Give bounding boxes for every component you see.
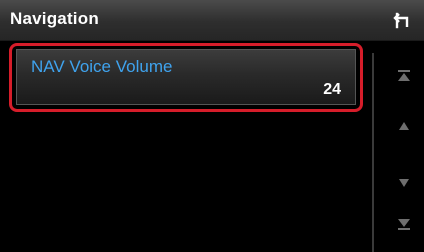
- navigation-settings-screen: Navigation NAV Voice Volume 24: [0, 0, 424, 252]
- nav-voice-volume-item[interactable]: NAV Voice Volume 24: [16, 49, 356, 105]
- page-title: Navigation: [10, 9, 99, 28]
- scroll-to-bottom-button[interactable]: [384, 209, 424, 239]
- scrollbar: [384, 41, 424, 252]
- back-button[interactable]: [380, 0, 424, 40]
- list-item-label: NAV Voice Volume: [31, 57, 173, 76]
- scroll-to-top-button[interactable]: [384, 61, 424, 91]
- scroll-to-bottom-icon: [398, 219, 410, 230]
- scroll-track[interactable]: [372, 53, 374, 252]
- scroll-down-icon: [399, 179, 409, 187]
- scroll-up-button[interactable]: [384, 111, 424, 141]
- scroll-up-icon: [399, 122, 409, 130]
- scroll-down-button[interactable]: [384, 168, 424, 198]
- header-bar: Navigation: [0, 0, 424, 41]
- return-arrow-icon: [393, 12, 409, 29]
- scroll-to-top-icon: [398, 70, 410, 81]
- settings-list: NAV Voice Volume 24: [0, 41, 378, 252]
- list-item-value: 24: [323, 81, 341, 98]
